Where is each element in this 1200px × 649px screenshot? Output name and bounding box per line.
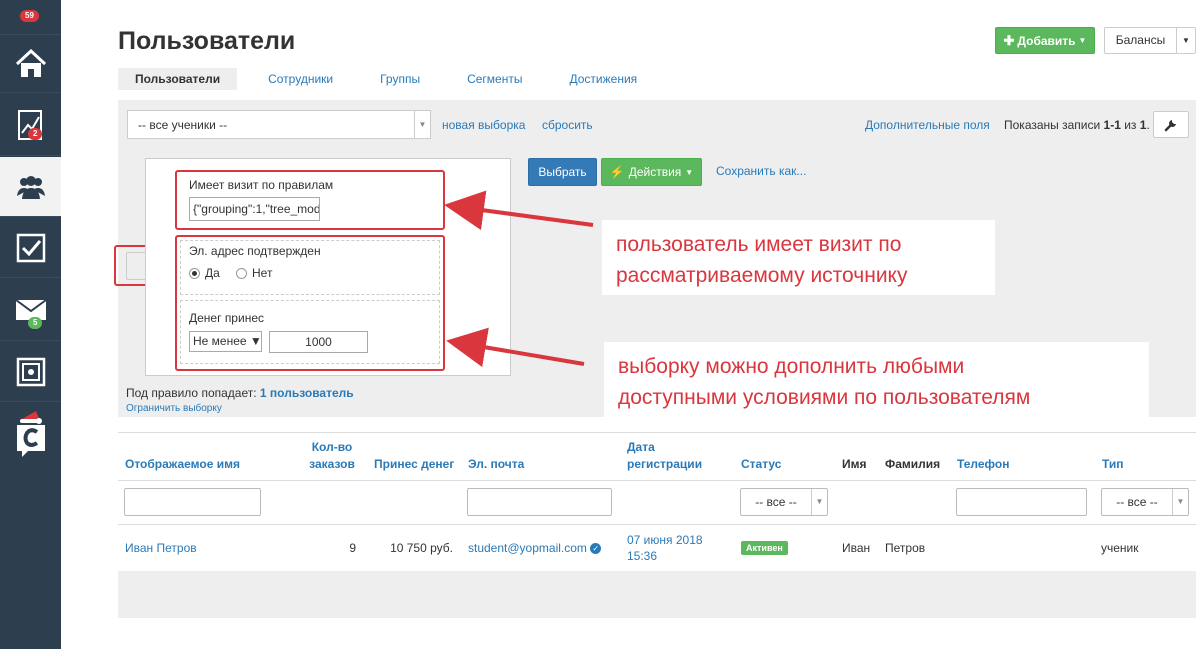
row-last-name: Петров xyxy=(885,541,926,555)
header-type[interactable]: Тип xyxy=(1102,456,1124,473)
header-display-name[interactable]: Отображаемое имя xyxy=(125,456,240,473)
row-email[interactable]: student@yopmail.com ✓ xyxy=(468,540,602,556)
header-status[interactable]: Статус xyxy=(741,456,781,473)
status-filter[interactable]: -- все -- ▼ xyxy=(740,488,828,516)
table-top-border xyxy=(118,432,1196,433)
header-orders[interactable]: Кол-во заказов xyxy=(309,439,355,473)
status-filter-value: -- все -- xyxy=(755,495,797,509)
row-first-name: Иван xyxy=(842,541,871,555)
header-email[interactable]: Эл. почта xyxy=(468,456,524,473)
arrow-to-rule3 xyxy=(446,327,585,368)
chevron-down-icon: ▼ xyxy=(1172,489,1188,515)
row-type: ученик xyxy=(1101,541,1139,555)
type-filter-value: -- все -- xyxy=(1116,495,1158,509)
row-orders: 9 xyxy=(349,541,356,555)
header-separator xyxy=(118,480,1196,481)
arrow-to-rule1 xyxy=(444,190,594,231)
filter-row-separator xyxy=(118,524,1196,525)
row-display-name[interactable]: Иван Петров xyxy=(125,540,197,556)
header-registration-date[interactable]: Дата регистрации xyxy=(627,439,702,473)
verified-check-icon: ✓ xyxy=(590,543,602,555)
type-filter[interactable]: -- все -- ▼ xyxy=(1101,488,1189,516)
header-revenue[interactable]: Принес денег xyxy=(374,456,454,473)
header-last-name: Фамилия xyxy=(885,457,941,471)
phone-filter[interactable] xyxy=(956,488,1087,516)
chevron-down-icon: ▼ xyxy=(811,489,827,515)
header-first-name: Имя xyxy=(842,457,867,471)
row-revenue: 10 750 руб. xyxy=(390,541,453,555)
status-badge: Активен xyxy=(741,541,788,555)
display-name-filter[interactable] xyxy=(124,488,261,516)
row-registration-date: 07 июня 2018 15:36 xyxy=(627,533,703,563)
header-phone[interactable]: Телефон xyxy=(957,456,1009,473)
table-footer xyxy=(118,571,1196,618)
email-filter[interactable] xyxy=(467,488,612,516)
